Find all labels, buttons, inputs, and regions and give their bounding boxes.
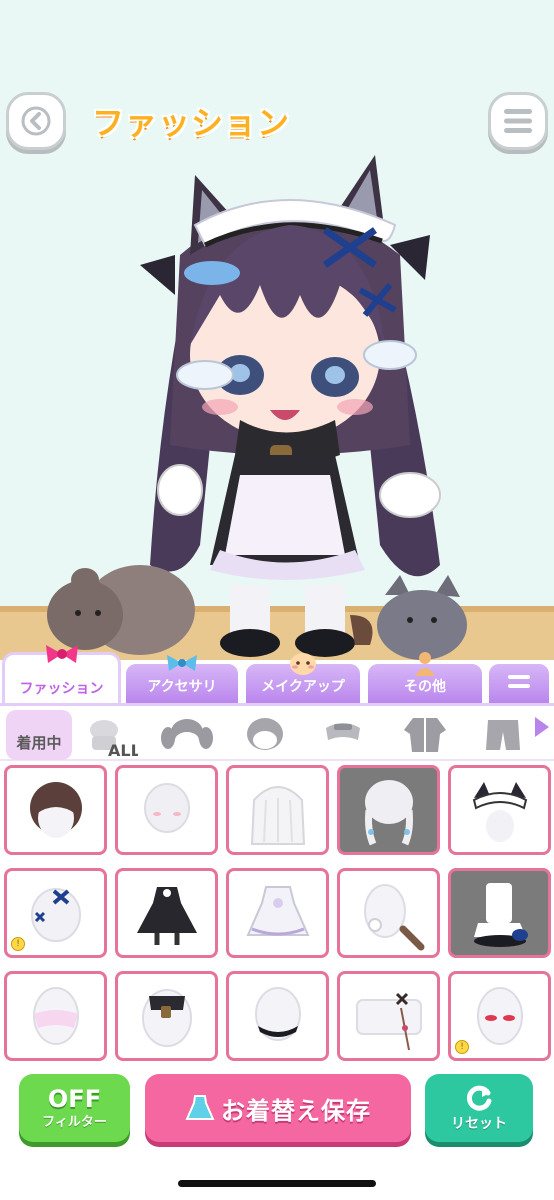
bob-hair-icon (247, 718, 283, 750)
item-cell[interactable] (448, 765, 551, 855)
item-cell[interactable] (337, 868, 440, 958)
subcategory-hair-front[interactable] (160, 710, 214, 760)
item-cell[interactable] (226, 765, 329, 855)
character-stage: ファッション (0, 0, 554, 660)
subcategory-bar: 着用中 ALL (0, 703, 554, 761)
brown-bob-hair-icon (29, 782, 82, 838)
ear-accessory-icon (355, 992, 422, 1051)
item-cell[interactable] (115, 765, 218, 855)
subcategory-bottom[interactable] (476, 710, 530, 760)
headwear-icon (326, 723, 360, 740)
filter-toggle-button[interactable]: OFF フィルター (19, 1074, 130, 1142)
tab-list[interactable] (487, 662, 551, 706)
item-grid: ! ! (0, 762, 554, 1072)
ribbon-icon (45, 645, 78, 663)
item-cell[interactable]: ! (448, 971, 551, 1061)
face-icon (290, 653, 316, 675)
item-cell[interactable] (337, 765, 440, 855)
hint-bulb-icon: ! (11, 937, 25, 951)
x-pin-hair-clips-icon (30, 888, 81, 942)
filter-state: OFF (47, 1084, 102, 1113)
item-cell[interactable]: ! (4, 868, 107, 958)
item-cell[interactable] (226, 868, 329, 958)
all-items-icon: ALL (90, 720, 138, 758)
subcategory-headwear[interactable] (316, 710, 370, 760)
white-boots-icon (473, 883, 528, 947)
item-cell[interactable] (337, 971, 440, 1061)
tab-accessory[interactable]: アクセサリ (124, 655, 240, 706)
white-braid-hair-icon (364, 780, 413, 846)
tab-label: その他 (404, 679, 446, 695)
pigtail-hair-icon (161, 719, 213, 749)
jacket-icon (404, 718, 446, 752)
filter-label: フィルター (42, 1114, 107, 1130)
tab-fashion[interactable]: ファッション (2, 645, 121, 706)
svg-text:ALL: ALL (108, 741, 138, 758)
blank-face-icon (143, 783, 190, 833)
menu-button[interactable] (488, 92, 548, 150)
reset-label: リセット (451, 1116, 507, 1132)
hint-bulb-icon: ! (455, 1040, 469, 1054)
pants-icon (486, 720, 520, 750)
tab-label: ファッション (19, 681, 104, 697)
tab-label: メイクアップ (261, 679, 345, 695)
dress-icon (185, 1095, 215, 1120)
scroll-right-arrow-icon[interactable] (535, 717, 549, 737)
page-title: ファッション (92, 104, 291, 142)
chevron-left-icon (21, 106, 51, 136)
save-outfit-button[interactable]: お着替え保存 (145, 1074, 411, 1142)
white-frill-dress-icon (245, 886, 310, 936)
red-eyes-makeup-icon (476, 987, 523, 1045)
subcategory-all[interactable]: ALL (84, 710, 138, 760)
figure-icon (415, 652, 435, 676)
white-long-hair-icon (250, 786, 305, 845)
subcategory-hair-back[interactable] (238, 710, 292, 760)
cat-plush (377, 575, 467, 660)
hamburger-menu-icon (504, 109, 532, 133)
subcategory-top[interactable] (398, 710, 452, 760)
refresh-icon (466, 1085, 492, 1111)
tab-other[interactable]: その他 (366, 652, 484, 706)
subcategory-wearing[interactable]: 着用中 (6, 710, 72, 760)
reset-button[interactable]: リセット (425, 1074, 533, 1142)
home-indicator[interactable] (178, 1180, 376, 1187)
paw-gloves-tail-icon (363, 884, 424, 951)
frill-apron-icon (32, 987, 79, 1045)
item-cell[interactable] (4, 765, 107, 855)
maid-headband-icon (472, 782, 527, 842)
item-cell[interactable] (448, 868, 551, 958)
category-tabs: ファッション アクセサリ メイクアップ その他 (0, 645, 554, 706)
wearing-label: 着用中 (16, 733, 62, 752)
choker-lock-icon (141, 989, 192, 1047)
bow-icon (167, 655, 197, 671)
save-label: お着替え保存 (221, 1096, 371, 1125)
back-button[interactable] (6, 92, 66, 150)
tab-label: アクセサリ (147, 679, 217, 695)
list-icon (508, 675, 530, 688)
item-cell[interactable] (115, 868, 218, 958)
item-cell[interactable] (4, 971, 107, 1061)
black-maid-dress-icon (136, 887, 197, 945)
item-cell[interactable] (226, 971, 329, 1061)
tab-makeup[interactable]: メイクアップ (244, 653, 362, 706)
black-mask-icon (254, 987, 301, 1041)
item-cell[interactable] (115, 971, 218, 1061)
